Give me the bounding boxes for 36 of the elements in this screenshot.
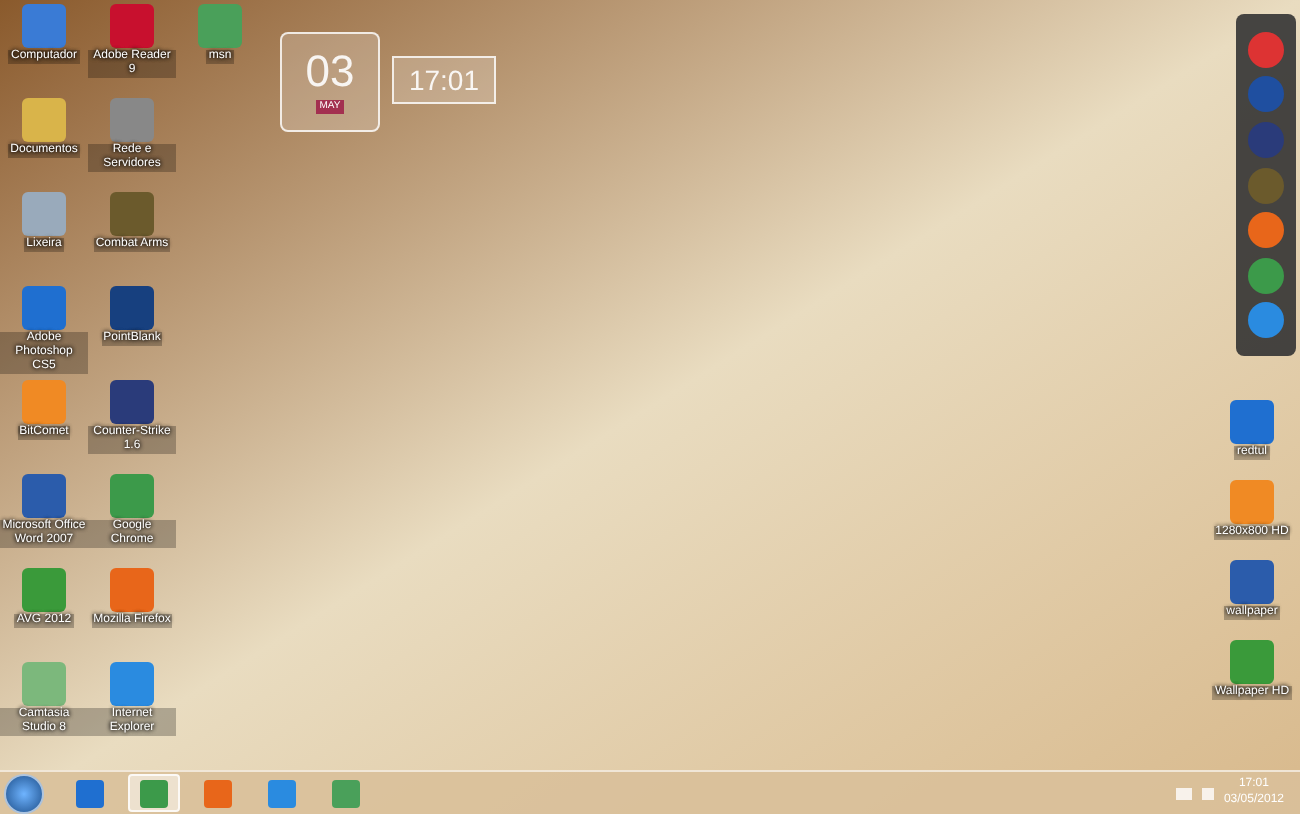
app-icon [110,286,154,330]
app-icon [22,98,66,142]
dock-app-icon[interactable] [1248,167,1284,203]
taskbar-app-button[interactable] [128,774,180,812]
app-icon [204,779,232,807]
app-icon [22,192,66,236]
app-icon [110,474,154,518]
app-icon [1230,480,1274,524]
app-icon [110,662,154,706]
app-icon [332,779,360,807]
app-icon [268,779,296,807]
app-icon [1230,560,1274,604]
app-icon [1230,640,1274,684]
app-icon [110,380,154,424]
app-icon [22,4,66,48]
app-icon [110,568,154,612]
dock-app-icon[interactable] [1248,257,1284,294]
app-icon [22,662,66,706]
clock-widget: 17:01 [392,56,496,104]
dock-app-icon[interactable] [1248,76,1284,113]
dock-app-icon[interactable] [1248,302,1284,339]
app-icon [140,779,168,807]
dock-app-icon[interactable] [1248,212,1284,249]
app-icon [198,4,242,48]
app-icon [110,4,154,48]
start-button[interactable] [4,773,44,813]
dock-app-icon[interactable] [1248,31,1284,68]
app-icon [22,474,66,518]
app-icon [110,98,154,142]
app-icon [110,192,154,236]
day-number: 03 [305,49,355,94]
app-icon [76,779,104,807]
app-icon [22,286,66,330]
app-icon [22,380,66,424]
app-icon [22,568,66,612]
app-icon [1230,400,1274,444]
